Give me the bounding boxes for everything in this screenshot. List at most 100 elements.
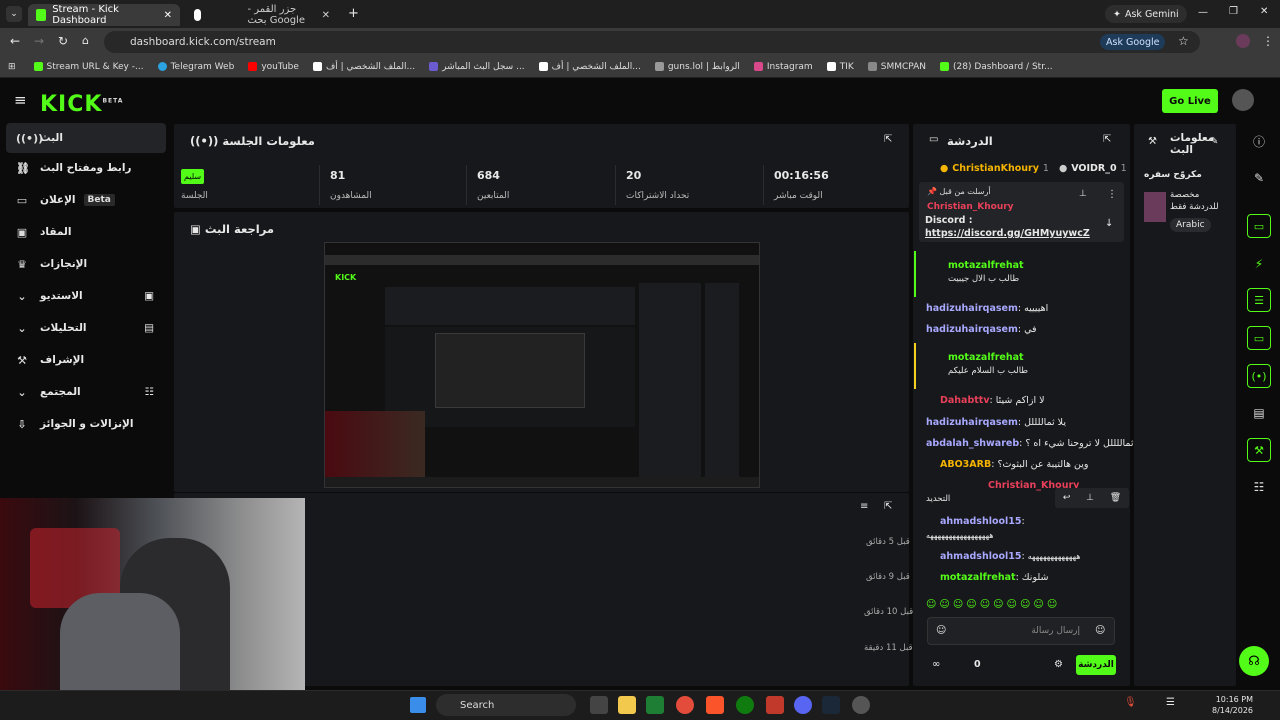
live-toggle-icon[interactable]: (•) (1247, 364, 1271, 388)
tab-google-search[interactable]: جزر القمر - بحث Google ✕ (186, 4, 338, 26)
gemini-icon: ✦ (1113, 8, 1121, 20)
bookmark[interactable]: الملف الشخصي | أف... (312, 62, 415, 72)
sidebar-item-studio[interactable]: ⌄ الاستديو ▣ (6, 281, 166, 311)
close-icon[interactable]: ✕ (322, 10, 330, 21)
popout-icon[interactable]: ⇱ (1103, 134, 1111, 145)
steam-icon[interactable] (822, 696, 840, 714)
stream-preview-video[interactable]: KICK (324, 242, 760, 488)
chat-input[interactable]: إرسال رسالة (927, 617, 1115, 645)
user-avatar[interactable] (1232, 89, 1254, 111)
filter-icon[interactable]: ≡ (860, 501, 868, 512)
popout-icon[interactable]: ⇱ (884, 134, 892, 145)
emote-icon[interactable]: ☺ (1095, 625, 1105, 636)
sidebar-item-community[interactable]: ⌄ المجتمع ☷ (6, 377, 166, 407)
trash-icon[interactable]: 🗑 (1110, 493, 1121, 503)
url-text: dashboard.kick.com/stream (130, 36, 276, 48)
bookmark[interactable]: Telegram Web (157, 62, 234, 72)
chat-message: Dahabttv: لا ازاكم شيئا (940, 395, 1045, 406)
xbox-icon[interactable] (736, 696, 754, 714)
pin-icon[interactable]: ⊥ (1079, 189, 1087, 199)
bookmark[interactable]: (28) Dashboard / Str... (940, 62, 1053, 72)
support-icon[interactable]: ☊ (1239, 646, 1269, 676)
bookmark[interactable]: Instagram (753, 62, 813, 72)
infinity-icon[interactable]: ∞ (932, 659, 940, 670)
profile-avatar[interactable] (1236, 34, 1250, 48)
activity-time: قبل 9 دقائق (866, 572, 910, 582)
chat-send-label: الدردشة (1078, 660, 1114, 670)
more-icon[interactable]: ⋮ (1107, 189, 1117, 200)
chrome-icon[interactable] (676, 696, 694, 714)
reload-icon[interactable]: ↻ (58, 34, 68, 48)
points-count: 0 (974, 659, 981, 670)
clock[interactable]: 10:16 PM 8/14/2026 (1212, 694, 1253, 716)
sidebar-item-stream[interactable]: ((•)) البث (6, 123, 166, 153)
webcam-overlay (0, 498, 305, 690)
capture-icon[interactable] (766, 696, 784, 714)
settings-icon[interactable]: ⚙ (1054, 659, 1063, 670)
edit-icon[interactable]: ✎ (1210, 136, 1218, 147)
brave-icon[interactable] (706, 696, 724, 714)
bookmark[interactable]: Stream URL & Key -... (33, 62, 144, 72)
ask-gemini-button[interactable]: ✦ Ask Gemini (1105, 5, 1187, 23)
forward-icon[interactable]: → (34, 34, 44, 48)
pin-icon[interactable]: ⊥ (1086, 493, 1094, 503)
chat-send-button[interactable]: الدردشة (1076, 655, 1116, 675)
hamburger-menu-icon[interactable]: ≡ (14, 91, 27, 109)
reply-icon[interactable]: ↩ (1063, 493, 1071, 503)
edit-icon[interactable]: ✎ (1247, 166, 1271, 190)
sidebar-item-ads[interactable]: ▭ الإعلان Beta (6, 185, 166, 215)
task-view-icon[interactable] (590, 696, 608, 714)
sidebar-item-clips[interactable]: ▣ المقاد (6, 217, 166, 247)
bookmark[interactable]: guns.lol | الروابط (654, 62, 740, 72)
sidebar-item-analytics[interactable]: ⌄ التحليلات ▤ (6, 313, 166, 343)
new-tab-icon[interactable]: + (348, 6, 359, 21)
apps-icon[interactable]: ⊞ (8, 62, 16, 72)
menu-icon[interactable]: ⋮ (1262, 34, 1274, 48)
back-icon[interactable]: ← (10, 34, 20, 48)
stream-info-toggle-icon[interactable]: ▭ (1247, 214, 1271, 238)
tab-kick-dashboard[interactable]: Stream - Kick Dashboard ✕ (28, 4, 180, 26)
chevron-down-icon[interactable]: ↓ (1105, 218, 1113, 229)
bookmark[interactable]: TIK (826, 62, 854, 72)
list-icon[interactable]: ☰ (1247, 288, 1271, 312)
emoji-icon[interactable]: ☺ (936, 625, 946, 636)
sidebar-item-drops[interactable]: ⇩ الإنزالات و الجوائز (6, 409, 166, 439)
pinned-user[interactable]: Christian_Khoury (927, 202, 1014, 212)
url-input[interactable]: dashboard.kick.com/stream (104, 31, 1200, 53)
window-close-icon[interactable]: ✕ (1260, 6, 1268, 17)
activity-time: قبل 10 دقائق (864, 607, 914, 617)
microphone-icon[interactable]: 🎙 (1124, 697, 1137, 708)
app-icon[interactable] (646, 696, 664, 714)
sidebar-item-stream-key[interactable]: ⛓ رابط ومفتاح البث (6, 153, 166, 183)
file-explorer-icon[interactable] (618, 696, 636, 714)
tab-list-icon[interactable]: ⌄ (6, 6, 22, 22)
maximize-icon[interactable]: ❐ (1229, 6, 1238, 17)
emote-bar[interactable]: ☺☺☺☺☺☺☺☺☺☺ (926, 599, 1116, 613)
bookmark[interactable]: SMMCPAN (867, 62, 926, 72)
popout-icon[interactable]: ⇱ (884, 501, 892, 512)
lightning-icon[interactable]: ⚡ (1247, 252, 1271, 276)
sidebar-item-achievements[interactable]: ♛ الإنجازات (6, 249, 166, 279)
close-icon[interactable]: ✕ (164, 10, 172, 21)
taskbar-search[interactable]: Search (436, 694, 576, 716)
discord-icon[interactable] (794, 696, 812, 714)
bookmark[interactable]: سجل البث المباشر ... (429, 62, 525, 72)
sidebar-item-moderation[interactable]: ⚒ الإشراف (6, 345, 166, 375)
home-icon[interactable]: ⌂ (82, 34, 89, 47)
bookmark[interactable]: الملف الشخصي | أف... (538, 62, 641, 72)
chat-toggle-icon[interactable]: ▭ (1247, 326, 1271, 350)
windows-start-icon[interactable] (410, 697, 426, 713)
go-live-button[interactable]: Go Live (1162, 89, 1218, 113)
bookmark-star-icon[interactable]: ☆ (1178, 34, 1189, 48)
ask-google-button[interactable]: Ask Google (1100, 34, 1166, 50)
kick-logo[interactable]: KICKBETA (40, 92, 123, 117)
community-icon[interactable]: ☷ (1247, 475, 1271, 499)
pinned-link[interactable]: https://discord.gg/GHMyuywcZ (925, 228, 1090, 239)
layers-icon[interactable]: ▤ (1247, 401, 1271, 425)
tools-icon[interactable]: ⚒ (1247, 438, 1271, 462)
app-icon[interactable] (852, 696, 870, 714)
wifi-icon[interactable]: ☰ (1166, 697, 1175, 708)
info-icon[interactable]: ⓘ (1247, 129, 1271, 153)
minimize-icon[interactable]: — (1198, 7, 1208, 18)
bookmark[interactable]: youTube (248, 62, 299, 72)
